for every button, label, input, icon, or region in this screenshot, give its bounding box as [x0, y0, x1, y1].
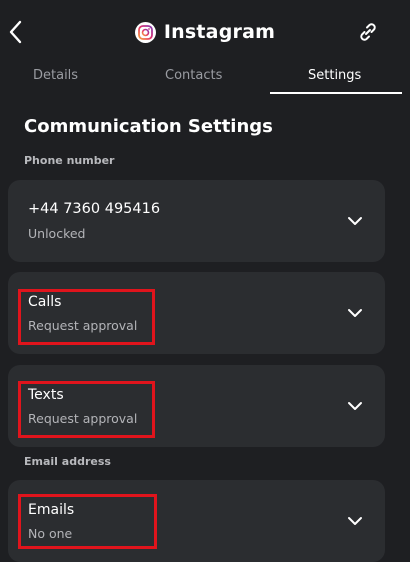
highlight-box-emails: [18, 494, 157, 549]
phone-number-label: Phone number: [24, 154, 115, 167]
tab-settings[interactable]: Settings: [308, 68, 361, 83]
phone-number-card[interactable]: +44 7360 495416 Unlocked: [8, 180, 385, 262]
instagram-icon: [134, 21, 156, 43]
highlight-box-texts: [18, 381, 155, 438]
app-header: Instagram: [0, 0, 410, 64]
phone-number-value: +44 7360 495416: [28, 201, 161, 217]
email-address-label: Email address: [24, 455, 111, 468]
tab-contacts[interactable]: Contacts: [165, 68, 222, 83]
tab-details[interactable]: Details: [33, 68, 78, 83]
page-title: Instagram: [163, 21, 276, 43]
chevron-down-icon: [348, 217, 362, 225]
highlight-box-calls: [18, 289, 155, 345]
section-title: Communication Settings: [24, 116, 273, 137]
tab-bar: Details Contacts Settings: [0, 64, 410, 96]
chevron-down-icon: [348, 517, 362, 525]
active-tab-indicator: [270, 92, 402, 94]
phone-number-status: Unlocked: [28, 226, 86, 241]
link-icon: [360, 23, 376, 41]
title-group: Instagram: [0, 18, 410, 46]
chevron-down-icon: [348, 402, 362, 410]
chevron-down-icon: [348, 309, 362, 317]
link-button[interactable]: [356, 20, 380, 44]
